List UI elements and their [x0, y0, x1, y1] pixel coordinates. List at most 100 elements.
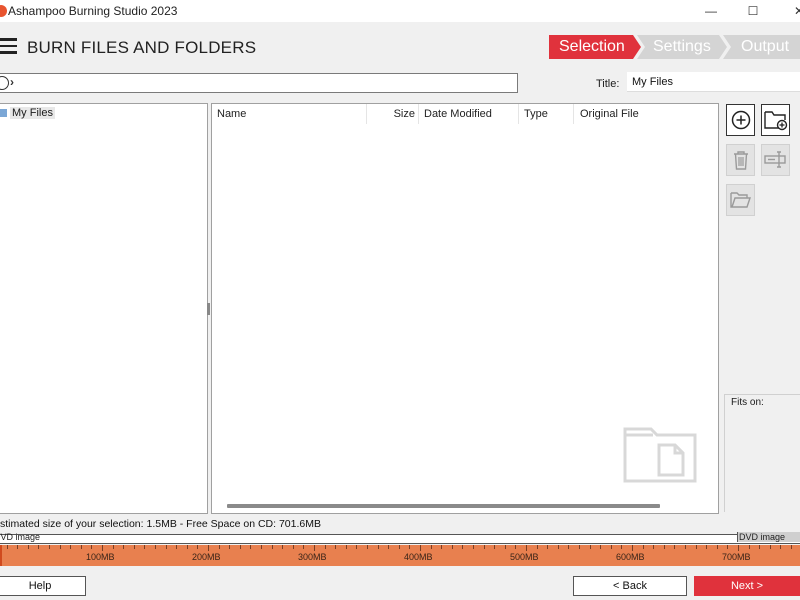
- file-list: Name Size Date Modified Type Original Fi…: [211, 103, 719, 514]
- capacity-tick-label: 600MB: [616, 552, 645, 562]
- capacity-tick: [186, 545, 188, 549]
- capacity-tick: [621, 545, 623, 549]
- capacity-tick: [324, 545, 326, 549]
- capacity-tick: [430, 545, 432, 549]
- rename-button[interactable]: [761, 144, 790, 176]
- fits-on-label: Fits on:: [731, 397, 764, 408]
- capacity-tick: [451, 545, 453, 549]
- capacity-tick-label: 400MB: [404, 552, 433, 562]
- capacity-tick: [17, 545, 19, 549]
- help-button[interactable]: Help: [0, 576, 86, 596]
- capacity-tick: [780, 545, 782, 549]
- step-settings: Settings: [637, 35, 727, 59]
- capacity-tick: [642, 545, 644, 549]
- capacity-tick: [504, 545, 506, 549]
- capacity-tick: [271, 545, 273, 549]
- folder-icon: [0, 109, 7, 117]
- back-circle-icon[interactable]: [0, 76, 9, 90]
- capacity-tick: [727, 545, 729, 549]
- path-bar[interactable]: ›: [0, 73, 518, 93]
- capacity-tick: [303, 545, 305, 549]
- capacity-tick: [356, 545, 358, 549]
- capacity-tick-label: 700MB: [722, 552, 751, 562]
- title-bar: Ashampoo Burning Studio 2023 — ☐ ✕: [0, 0, 800, 22]
- folder-document-icon: [623, 427, 697, 483]
- capacity-tick: [229, 545, 231, 549]
- capacity-tick: [695, 545, 697, 549]
- capacity-tick-label: 500MB: [510, 552, 539, 562]
- capacity-used-fill: [0, 545, 2, 566]
- close-button[interactable]: ✕: [776, 0, 800, 22]
- capacity-tick: [526, 545, 527, 551]
- capacity-tick: [27, 545, 29, 549]
- capacity-tick: [462, 545, 464, 549]
- back-button[interactable]: < Back: [573, 576, 687, 596]
- capacity-tick: [706, 545, 708, 549]
- capacity-tick: [367, 545, 368, 549]
- hamburger-menu-icon[interactable]: [0, 38, 17, 54]
- capacity-tick: [632, 545, 633, 551]
- plus-circle-icon: [731, 110, 750, 130]
- rename-icon: [763, 151, 786, 168]
- capacity-tick: [218, 545, 220, 549]
- tree-item-my-files[interactable]: My Files: [0, 106, 55, 120]
- capacity-tick: [123, 545, 125, 549]
- delete-button[interactable]: [726, 144, 755, 176]
- capacity-tick: [568, 545, 570, 549]
- capacity-tick: [674, 545, 676, 549]
- capacity-tick: [261, 545, 262, 549]
- column-header-date-modified[interactable]: Date Modified: [419, 104, 519, 124]
- fits-on-panel: Fits on:: [724, 394, 800, 512]
- capacity-tick-label: 200MB: [192, 552, 221, 562]
- capacity-tick: [345, 545, 347, 549]
- capacity-tick: [38, 545, 40, 549]
- splitter-handle[interactable]: [207, 303, 210, 315]
- capacity-tick: [49, 545, 50, 549]
- column-header-name[interactable]: Name: [212, 104, 367, 124]
- chevron-right-icon[interactable]: ›: [10, 75, 14, 89]
- capacity-tick: [377, 545, 379, 549]
- capacity-tick: [589, 545, 591, 549]
- add-files-button[interactable]: [726, 104, 755, 136]
- capacity-scale: 0MB100MB200MB300MB400MB500MB600MB700MB: [0, 545, 800, 566]
- capacity-tick: [70, 545, 72, 549]
- step-selection: Selection: [549, 35, 641, 59]
- capacity-tick: [155, 545, 156, 549]
- media-label-right: DVD image: [739, 532, 786, 542]
- maximize-button[interactable]: ☐: [730, 0, 776, 22]
- capacity-tick: [250, 545, 252, 549]
- capacity-tick: [483, 545, 485, 549]
- tree-item-label: My Files: [10, 107, 55, 119]
- capacity-tick: [292, 545, 294, 549]
- capacity-tick: [314, 545, 315, 551]
- next-button[interactable]: Next >: [694, 576, 800, 596]
- capacity-tick: [197, 545, 199, 549]
- column-header-original-file[interactable]: Original File: [574, 104, 718, 124]
- capacity-tick: [536, 545, 538, 549]
- capacity-tick: [769, 545, 771, 549]
- open-folder-icon: [729, 192, 751, 208]
- folder-plus-icon: [763, 111, 787, 131]
- capacity-tick: [716, 545, 718, 549]
- capacity-tick: [473, 545, 474, 549]
- capacity-tick: [176, 545, 178, 549]
- size-estimate: Estimated size of your selection: 1.5MB …: [0, 518, 321, 530]
- capacity-tick: [112, 545, 114, 549]
- capacity-tick: [759, 545, 761, 549]
- capacity-tick: [515, 545, 517, 549]
- capacity-tick: [610, 545, 612, 549]
- capacity-tick: [600, 545, 602, 549]
- add-folder-button[interactable]: [761, 104, 790, 136]
- column-header-size[interactable]: Size: [367, 104, 419, 124]
- capacity-tick: [663, 545, 665, 549]
- minimize-button[interactable]: —: [688, 0, 734, 22]
- capacity-tick: [685, 545, 686, 549]
- horizontal-scrollbar[interactable]: [227, 504, 660, 508]
- capacity-tick: [409, 545, 411, 549]
- trash-icon: [733, 151, 748, 170]
- capacity-tick: [441, 545, 443, 549]
- title-input[interactable]: [627, 72, 800, 92]
- capacity-tick: [144, 545, 146, 549]
- column-header-type[interactable]: Type: [519, 104, 574, 124]
- open-folder-button[interactable]: [726, 184, 755, 216]
